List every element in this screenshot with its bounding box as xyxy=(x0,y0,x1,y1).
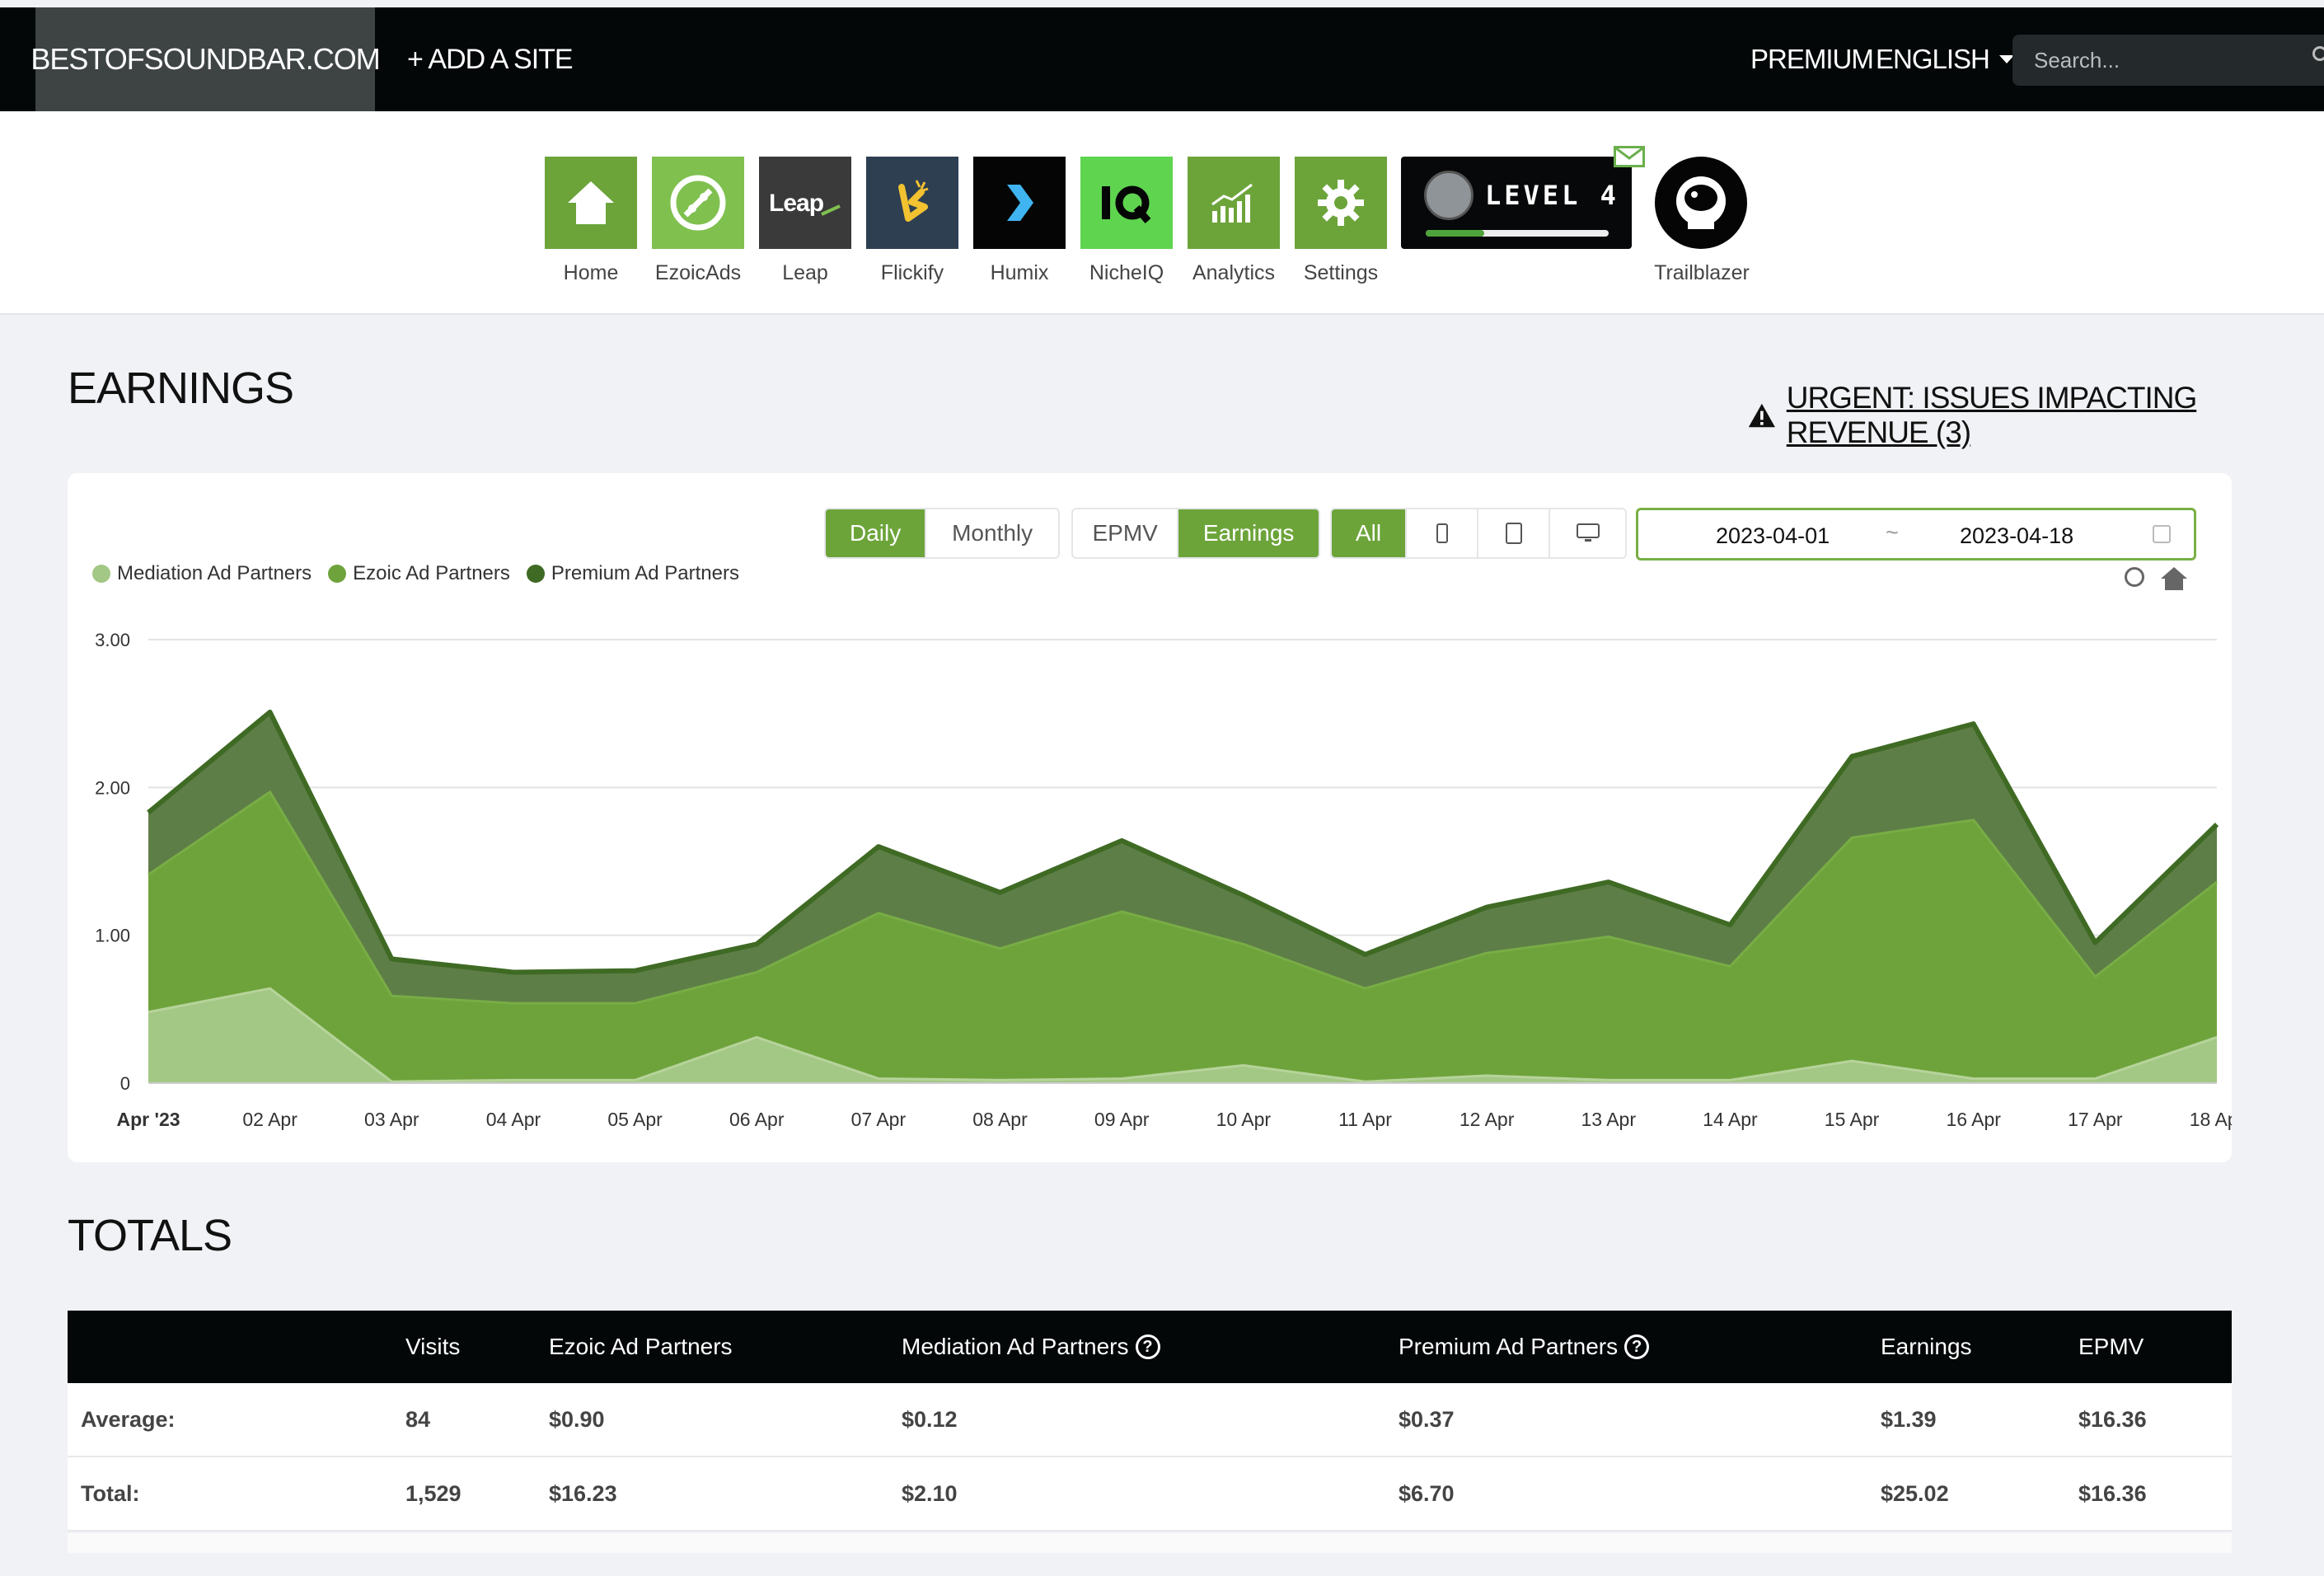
search-input[interactable] xyxy=(2012,35,2324,86)
x-tick-label: 16 Apr xyxy=(1946,1109,2001,1130)
table-cell: $0.90 xyxy=(549,1406,605,1432)
level-progress-bar xyxy=(1426,230,1609,237)
x-tick-label: 10 Apr xyxy=(1216,1109,1272,1130)
table-cell: $16.23 xyxy=(549,1480,617,1506)
warning-icon xyxy=(1748,403,1775,428)
astronaut-icon[interactable] xyxy=(1655,157,1747,249)
x-tick-label: Apr '23 xyxy=(116,1109,180,1130)
x-tick-label: 18 Apr xyxy=(2190,1109,2232,1130)
x-tick-label: 14 Apr xyxy=(1703,1109,1758,1130)
table-cell: $0.12 xyxy=(902,1406,958,1432)
leap-logo: Leap xyxy=(759,157,851,249)
table-footer xyxy=(68,1533,2232,1553)
humix-logo xyxy=(973,157,1066,249)
search-icon[interactable] xyxy=(2312,46,2324,61)
x-tick-label: 06 Apr xyxy=(729,1109,785,1130)
analytics-icon xyxy=(1188,157,1280,249)
help-icon[interactable]: ? xyxy=(1135,1334,1160,1359)
column-header: Premium Ad Partners? xyxy=(1399,1311,1650,1383)
table-row: Total: 1,529 $16.23 $2.10 $6.70 $25.02 $… xyxy=(68,1457,2232,1531)
app-settings[interactable]: Settings xyxy=(1295,157,1387,285)
x-tick-label: 09 Apr xyxy=(1094,1109,1150,1130)
table-cell: $25.02 xyxy=(1881,1480,1949,1506)
column-header: Ezoic Ad Partners xyxy=(549,1334,733,1359)
x-tick-label: 11 Apr xyxy=(1338,1109,1392,1130)
x-tick-label: 13 Apr xyxy=(1581,1109,1637,1130)
table-cell: $0.37 xyxy=(1399,1406,1455,1432)
flickify-logo xyxy=(866,157,958,249)
level-text: LEVEL 4 xyxy=(1485,180,1619,211)
site-selector-button[interactable]: BESTOFSOUNDBAR.COM xyxy=(30,7,381,111)
column-header-label: Mediation Ad Partners xyxy=(902,1334,1129,1359)
y-tick-label: 1.00 xyxy=(95,926,130,946)
mail-icon[interactable] xyxy=(1614,146,1645,167)
avatar xyxy=(1424,171,1474,220)
column-header: Mediation Ad Partners? xyxy=(902,1311,1160,1383)
top-navbar: BESTOFSOUNDBAR.COM + ADD A SITE PREMIUM … xyxy=(0,7,2324,111)
table-cell: $6.70 xyxy=(1399,1480,1455,1506)
add-site-link[interactable]: + ADD A SITE xyxy=(407,7,574,111)
trailblazer-label: Trailblazer xyxy=(1654,261,1750,284)
x-tick-label: 02 Apr xyxy=(242,1109,298,1130)
urgent-issues-label: URGENT: ISSUES IMPACTING REVENUE (3) xyxy=(1786,381,2198,449)
y-tick-label: 2.00 xyxy=(95,777,130,798)
help-icon[interactable]: ? xyxy=(1624,1334,1650,1359)
table-cell: 84 xyxy=(405,1406,431,1432)
table-header: Visits Ezoic Ad Partners Mediation Ad Pa… xyxy=(68,1311,2232,1383)
table-cell: 1,529 xyxy=(405,1480,462,1506)
table-cell: $16.36 xyxy=(2078,1480,2147,1506)
totals-title: TOTALS xyxy=(68,1211,232,1260)
table-cell: $2.10 xyxy=(902,1480,958,1506)
x-tick-label: 07 Apr xyxy=(851,1109,907,1130)
app-label: Settings xyxy=(1303,261,1379,284)
x-tick-label: 05 Apr xyxy=(607,1109,663,1130)
area-ezoic-ad-partners xyxy=(148,791,2217,1082)
x-tick-label: 03 Apr xyxy=(364,1109,419,1130)
totals-table: Visits Ezoic Ad Partners Mediation Ad Pa… xyxy=(68,1311,2232,1531)
table-cell: $16.36 xyxy=(2078,1406,2147,1432)
gear-icon xyxy=(1295,157,1387,249)
x-tick-label: 12 Apr xyxy=(1460,1109,1515,1130)
premium-link[interactable]: PREMIUM xyxy=(1750,7,1874,111)
column-header-label: Premium Ad Partners xyxy=(1399,1334,1619,1359)
site-name: BESTOFSOUNDBAR.COM xyxy=(30,42,380,76)
page-title: EARNINGS xyxy=(68,364,294,413)
home-icon xyxy=(545,157,637,249)
language-label: ENGLISH xyxy=(1876,44,1990,74)
y-tick-label: 0 xyxy=(120,1073,130,1094)
table-row: Average: 84 $0.90 $0.12 $0.37 $1.39 $16.… xyxy=(68,1383,2232,1457)
x-tick-label: 15 Apr xyxy=(1825,1109,1880,1130)
app-launcher-bar: Home EzoicAds Leap Leap Flickify Humix N… xyxy=(0,111,2324,315)
table-cell: Average: xyxy=(81,1406,176,1432)
x-tick-label: 04 Apr xyxy=(486,1109,541,1130)
y-tick-label: 3.00 xyxy=(95,630,130,650)
urgent-issues-link[interactable]: URGENT: ISSUES IMPACTING REVENUE (3) xyxy=(1747,381,2324,450)
add-site-label: + ADD A SITE xyxy=(407,43,574,75)
language-dropdown[interactable]: ENGLISH xyxy=(1876,7,2014,111)
x-tick-label: 17 Apr xyxy=(2068,1109,2123,1130)
column-header: Visits xyxy=(405,1334,461,1359)
column-header: Earnings xyxy=(1881,1334,1972,1359)
svg-text:Leap: Leap xyxy=(769,190,824,217)
column-header: EPMV xyxy=(2078,1334,2144,1359)
ezoic-ads-icon xyxy=(652,157,744,249)
x-tick-label: 08 Apr xyxy=(972,1109,1028,1130)
level-badge[interactable]: LEVEL 4 xyxy=(1401,157,1632,249)
earnings-area-chart: 0 1.00 2.00 3.00 Apr '23 02 Apr 03 Apr 04 Apr 05… xyxy=(95,630,2232,1130)
nicheiq-logo xyxy=(1080,157,1173,249)
table-cell: $1.39 xyxy=(1881,1406,1937,1432)
level-progress-fill xyxy=(1426,230,1485,237)
earnings-chart-card: Daily Monthly EPMV Earnings All 2023-04-… xyxy=(68,473,2232,1162)
table-cell: Total: xyxy=(81,1480,140,1506)
